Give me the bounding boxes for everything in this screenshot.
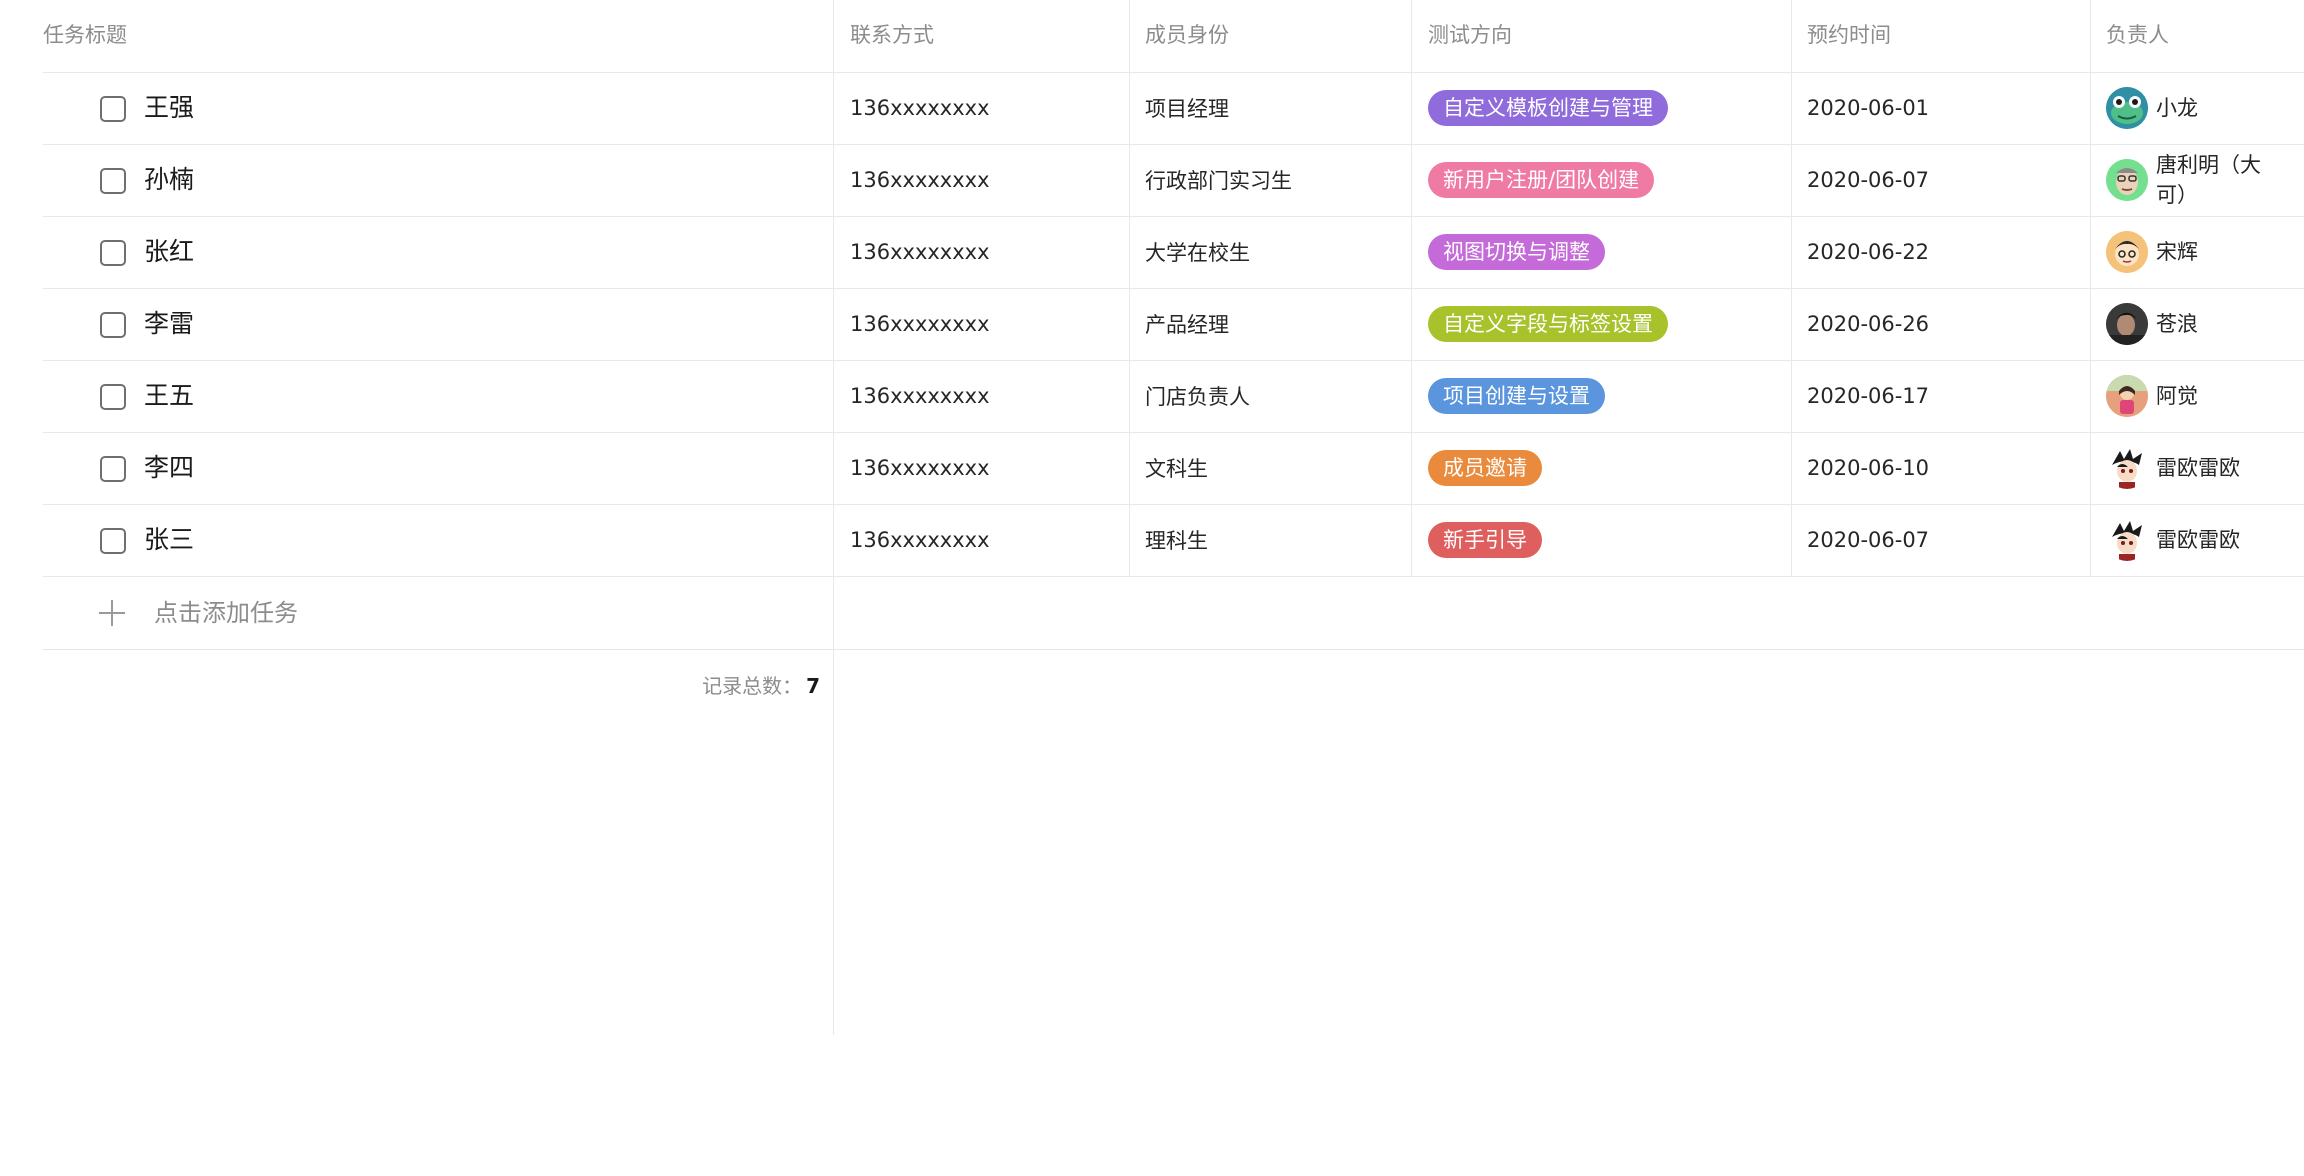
contact-cell[interactable]: 136xxxxxxxx [850, 288, 990, 360]
owner-cell[interactable]: 雷欧雷欧 [2106, 504, 2276, 576]
table-row[interactable]: 李雷 136xxxxxxxx 产品经理 自定义字段与标签设置 2020-06-26 苍浪 [0, 288, 2304, 360]
task-checkbox[interactable] [100, 528, 126, 554]
anime-avatar-icon [2106, 519, 2148, 561]
task-title[interactable]: 李四 [144, 432, 194, 504]
table-row[interactable]: 王强 136xxxxxxxx 项目经理 自定义模板创建与管理 2020-06-01 小龙 [0, 72, 2304, 144]
identity-cell[interactable]: 行政部门实习生 [1145, 144, 1292, 216]
owner-cell[interactable]: 苍浪 [2106, 288, 2276, 360]
direction-tag: 自定义模板创建与管理 [1428, 90, 1668, 126]
owner-name: 雷欧雷欧 [2156, 456, 2240, 480]
direction-tag: 新手引导 [1428, 522, 1542, 558]
direction-cell[interactable]: 项目创建与设置 [1428, 360, 1605, 432]
direction-cell[interactable]: 成员邀请 [1428, 432, 1542, 504]
contact-cell[interactable]: 136xxxxxxxx [850, 504, 990, 576]
table-row[interactable]: 王五 136xxxxxxxx 门店负责人 项目创建与设置 2020-06-17 阿觉 [0, 360, 2304, 432]
direction-tag: 新用户注册/团队创建 [1428, 162, 1655, 198]
owner-name: 唐利明（大可） [2156, 153, 2261, 207]
photo-avatar-icon [2106, 303, 2148, 345]
owner-cell[interactable]: 小龙 [2106, 72, 2276, 144]
date-cell[interactable]: 2020-06-22 [1807, 216, 1929, 288]
owner-cell[interactable]: 阿觉 [2106, 360, 2276, 432]
owner-cell[interactable]: 唐利明（大可） [2106, 144, 2276, 216]
table-row[interactable]: 孙楠 136xxxxxxxx 行政部门实习生 新用户注册/团队创建 2020-06-07… [0, 144, 2304, 216]
date-cell[interactable]: 2020-06-10 [1807, 432, 1929, 504]
direction-tag: 成员邀请 [1428, 450, 1542, 486]
direction-cell[interactable]: 自定义模板创建与管理 [1428, 72, 1668, 144]
record-count-label: 记录总数： [702, 674, 803, 698]
direction-cell[interactable]: 新手引导 [1428, 504, 1542, 576]
owner-name: 苍浪 [2156, 312, 2198, 336]
column-header-date[interactable]: 预约时间 [1807, 0, 1891, 72]
direction-tag: 自定义字段与标签设置 [1428, 306, 1668, 342]
direction-tag: 视图切换与调整 [1428, 234, 1605, 270]
task-title[interactable]: 李雷 [144, 288, 194, 360]
task-checkbox[interactable] [100, 312, 126, 338]
contact-cell[interactable]: 136xxxxxxxx [850, 216, 990, 288]
face-avatar-icon [2106, 159, 2148, 201]
task-table: 任务标题 联系方式 成员身份 测试方向 预约时间 负责人 王强 136xxxxxx… [0, 0, 2304, 1176]
frog-avatar-icon [2106, 87, 2148, 129]
table-row[interactable]: 张红 136xxxxxxxx 大学在校生 视图切换与调整 2020-06-22 宋辉 [0, 216, 2304, 288]
task-title[interactable]: 张红 [144, 216, 194, 288]
add-task-button[interactable]: 点击添加任务 [154, 577, 298, 649]
identity-cell[interactable]: 项目经理 [1145, 72, 1229, 144]
owner-name: 宋辉 [2156, 240, 2198, 264]
owner-cell[interactable]: 雷欧雷欧 [2106, 432, 2276, 504]
plus-icon[interactable] [98, 599, 126, 627]
identity-cell[interactable]: 产品经理 [1145, 288, 1229, 360]
identity-cell[interactable]: 理科生 [1145, 504, 1208, 576]
identity-cell[interactable]: 大学在校生 [1145, 216, 1250, 288]
owner-name: 小龙 [2156, 96, 2198, 120]
direction-cell[interactable]: 视图切换与调整 [1428, 216, 1605, 288]
direction-cell[interactable]: 新用户注册/团队创建 [1428, 144, 1655, 216]
cartoon-avatar-icon [2106, 231, 2148, 273]
date-cell[interactable]: 2020-06-17 [1807, 360, 1929, 432]
identity-cell[interactable]: 门店负责人 [1145, 360, 1250, 432]
date-cell[interactable]: 2020-06-07 [1807, 144, 1929, 216]
task-title[interactable]: 王五 [144, 360, 194, 432]
girl-avatar-icon [2106, 375, 2148, 417]
owner-name: 阿觉 [2156, 384, 2198, 408]
contact-cell[interactable]: 136xxxxxxxx [850, 72, 990, 144]
table-row[interactable]: 张三 136xxxxxxxx 理科生 新手引导 2020-06-07 雷欧雷欧 [0, 504, 2304, 576]
identity-cell[interactable]: 文科生 [1145, 432, 1208, 504]
column-header-identity[interactable]: 成员身份 [1145, 0, 1229, 72]
date-cell[interactable]: 2020-06-01 [1807, 72, 1929, 144]
contact-cell[interactable]: 136xxxxxxxx [850, 432, 990, 504]
contact-cell[interactable]: 136xxxxxxxx [850, 360, 990, 432]
anime-avatar-icon [2106, 447, 2148, 489]
task-checkbox[interactable] [100, 240, 126, 266]
add-task-row[interactable]: 点击添加任务 [0, 577, 2304, 649]
date-cell[interactable]: 2020-06-26 [1807, 288, 1929, 360]
owner-name: 雷欧雷欧 [2156, 528, 2240, 552]
task-checkbox[interactable] [100, 456, 126, 482]
task-checkbox[interactable] [100, 96, 126, 122]
task-title[interactable]: 王强 [144, 72, 194, 144]
column-header-direction[interactable]: 测试方向 [1428, 0, 1512, 72]
task-checkbox[interactable] [100, 384, 126, 410]
contact-cell[interactable]: 136xxxxxxxx [850, 144, 990, 216]
column-header-title[interactable]: 任务标题 [43, 0, 127, 72]
direction-tag: 项目创建与设置 [1428, 378, 1605, 414]
row-divider [43, 649, 2304, 650]
column-header-contact[interactable]: 联系方式 [850, 0, 934, 72]
owner-cell[interactable]: 宋辉 [2106, 216, 2276, 288]
task-checkbox[interactable] [100, 168, 126, 194]
record-count-value: 7 [806, 674, 820, 698]
column-header-owner[interactable]: 负责人 [2106, 0, 2169, 72]
direction-cell[interactable]: 自定义字段与标签设置 [1428, 288, 1668, 360]
task-title[interactable]: 孙楠 [144, 144, 194, 216]
record-count: 记录总数： 7 [0, 651, 820, 723]
date-cell[interactable]: 2020-06-07 [1807, 504, 1929, 576]
table-row[interactable]: 李四 136xxxxxxxx 文科生 成员邀请 2020-06-10 雷欧雷欧 [0, 432, 2304, 504]
task-title[interactable]: 张三 [144, 504, 194, 576]
